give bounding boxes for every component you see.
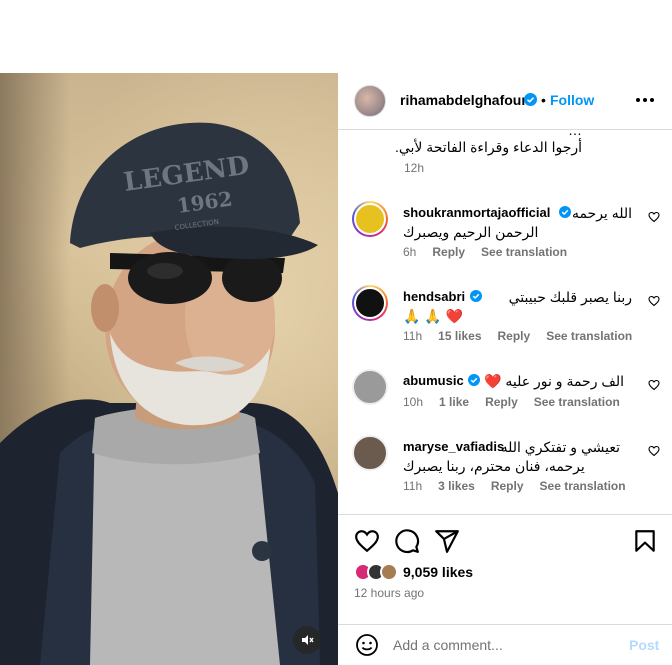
portrait-illustration: LEGEND 1962 COLLECTION bbox=[0, 122, 338, 665]
comment-time: 10h bbox=[403, 395, 424, 409]
post-header: rihamabdelghafour • Follow bbox=[338, 73, 672, 130]
comment-text: تعيشي و تفتكري الله bbox=[500, 439, 620, 455]
heart-icon[interactable] bbox=[648, 211, 660, 223]
likes-summary[interactable]: 9,059 likes bbox=[354, 561, 473, 583]
comment-meta: 6h Reply See translation bbox=[403, 245, 567, 259]
see-translation-button[interactable]: See translation bbox=[481, 245, 567, 259]
see-translation-button[interactable]: See translation bbox=[534, 395, 620, 409]
commenter-username[interactable]: abumusic bbox=[403, 373, 464, 388]
share-icon[interactable] bbox=[434, 528, 460, 554]
bookmark-icon[interactable] bbox=[632, 528, 658, 554]
heart-icon[interactable] bbox=[648, 445, 660, 457]
heart-icon[interactable] bbox=[354, 528, 380, 554]
reply-button[interactable]: Reply bbox=[491, 479, 524, 493]
more-options-icon[interactable] bbox=[634, 90, 656, 110]
reply-button[interactable]: Reply bbox=[498, 329, 531, 343]
liker-avatar bbox=[380, 563, 398, 581]
heart-icon[interactable] bbox=[648, 379, 660, 391]
commenter-username[interactable]: shoukranmortajaofficial bbox=[403, 205, 550, 220]
reply-button[interactable]: Reply bbox=[485, 395, 518, 409]
comment-likes[interactable]: 1 like bbox=[439, 395, 469, 409]
commenter-avatar[interactable] bbox=[352, 369, 388, 405]
caption-time: 12h bbox=[404, 161, 425, 175]
likes-count[interactable]: 9,059 likes bbox=[403, 564, 473, 580]
comment-text-continued: ❤️ 🙏 🙏 bbox=[403, 308, 464, 324]
comment-input[interactable] bbox=[393, 634, 623, 656]
comment-text: الف رحمة و نور عليه ❤️ bbox=[484, 373, 624, 389]
post-timestamp: 12 hours ago bbox=[354, 586, 425, 600]
comment-meta: 10h 1 like Reply See translation bbox=[403, 395, 620, 409]
follow-button[interactable]: Follow bbox=[550, 92, 594, 108]
comment-text: الله يرحمه bbox=[571, 205, 632, 221]
verified-badge-icon bbox=[524, 93, 537, 106]
reply-button[interactable]: Reply bbox=[432, 245, 465, 259]
comment-meta: 11h 15 likes Reply See translation bbox=[403, 329, 632, 343]
emoji-icon[interactable] bbox=[355, 633, 379, 657]
comment-likes[interactable]: 3 likes bbox=[438, 479, 475, 493]
verified-badge-icon bbox=[470, 290, 482, 302]
comment-time: 11h bbox=[403, 329, 423, 343]
comment-likes[interactable]: 15 likes bbox=[438, 329, 481, 343]
author-username[interactable]: rihamabdelghafour bbox=[400, 92, 527, 108]
comments-list[interactable]: … أرجوا الدعاء وقراءة الفاتحة لأبي. 12h … bbox=[338, 130, 672, 514]
mute-button[interactable] bbox=[293, 626, 321, 654]
verified-badge-icon bbox=[468, 374, 480, 386]
add-comment-bar: Post bbox=[338, 624, 672, 665]
see-translation-button[interactable]: See translation bbox=[540, 479, 626, 493]
heart-icon[interactable] bbox=[648, 295, 660, 307]
mute-icon bbox=[302, 635, 314, 645]
comment-text: ربنا يصبر قلبك حبيبتي bbox=[508, 289, 632, 305]
commenter-username[interactable]: hendsabri bbox=[403, 289, 465, 304]
comment-text-continued: يرحمه، فنان محترم، ربنا يصبرك bbox=[403, 458, 585, 474]
comment-icon[interactable] bbox=[394, 528, 420, 554]
comment-time: 6h bbox=[403, 245, 417, 259]
comment-text-continued: الرحمن الرحيم ويصبرك bbox=[403, 224, 539, 240]
separator-dot: • bbox=[541, 92, 546, 108]
see-translation-button[interactable]: See translation bbox=[546, 329, 632, 343]
commenter-username[interactable]: maryse_vafiadis bbox=[403, 439, 504, 454]
comment-time: 11h bbox=[403, 479, 423, 493]
commenter-avatar[interactable] bbox=[352, 285, 388, 321]
post-actions: 9,059 likes 12 hours ago bbox=[338, 514, 672, 614]
post-media[interactable]: LEGEND 1962 COLLECTION bbox=[0, 73, 338, 665]
verified-badge-icon bbox=[559, 206, 571, 218]
post-side-panel: rihamabdelghafour • Follow … أرجوا الدعا… bbox=[338, 73, 672, 665]
comment-meta: 11h 3 likes Reply See translation bbox=[403, 479, 626, 493]
caption-text: أرجوا الدعاء وقراءة الفاتحة لأبي. bbox=[394, 139, 582, 155]
commenter-avatar[interactable] bbox=[352, 435, 388, 471]
author-avatar[interactable] bbox=[354, 85, 386, 117]
post-comment-button[interactable]: Post bbox=[629, 637, 659, 653]
commenter-avatar[interactable] bbox=[352, 201, 388, 237]
